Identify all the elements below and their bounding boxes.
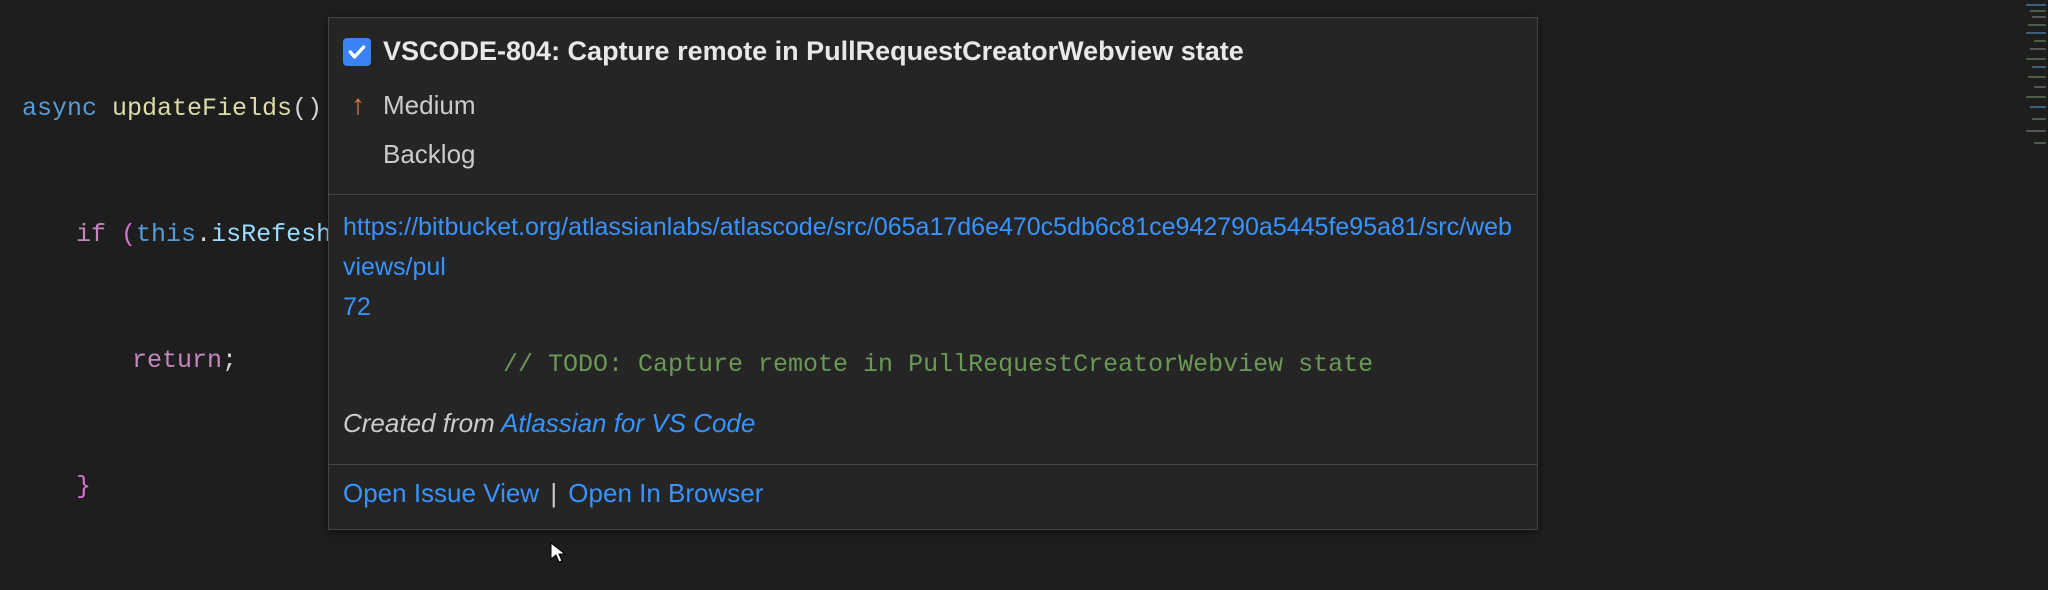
hover-actions: Open Issue View | Open In Browser bbox=[329, 465, 1537, 529]
hover-header: VSCODE-804: Capture remote in PullReques… bbox=[329, 18, 1537, 186]
open-in-browser-link[interactable]: Open In Browser bbox=[568, 478, 763, 508]
hover-body: https://bitbucket.org/atlassianlabs/atla… bbox=[329, 195, 1537, 457]
hover-title-row: VSCODE-804: Capture remote in PullReques… bbox=[343, 30, 1523, 73]
hover-priority-row: ↑ Medium bbox=[343, 83, 1523, 128]
hover-code-snippet: // TODO: Capture remote in PullRequestCr… bbox=[343, 327, 1523, 403]
priority-medium-icon: ↑ bbox=[345, 83, 371, 128]
issue-hover-tooltip: VSCODE-804: Capture remote in PullReques… bbox=[328, 17, 1538, 530]
created-from-link[interactable]: Atlassian for VS Code bbox=[501, 408, 755, 438]
open-issue-view-link[interactable]: Open Issue View bbox=[343, 478, 539, 508]
hover-title: VSCODE-804: Capture remote in PullReques… bbox=[383, 30, 1244, 73]
minimap[interactable] bbox=[2020, 0, 2048, 590]
created-from-prefix: Created from bbox=[343, 408, 501, 438]
source-url-link-line2[interactable]: 72 bbox=[343, 293, 371, 321]
task-check-icon bbox=[343, 38, 371, 66]
action-separator: | bbox=[539, 478, 568, 508]
status-label: Backlog bbox=[383, 134, 476, 176]
source-url-link[interactable]: https://bitbucket.org/atlassianlabs/atla… bbox=[343, 213, 1512, 281]
hover-status-row: Backlog bbox=[343, 134, 1523, 176]
created-from-row: Created from Atlassian for VS Code bbox=[343, 403, 1523, 445]
priority-label: Medium bbox=[383, 85, 475, 127]
